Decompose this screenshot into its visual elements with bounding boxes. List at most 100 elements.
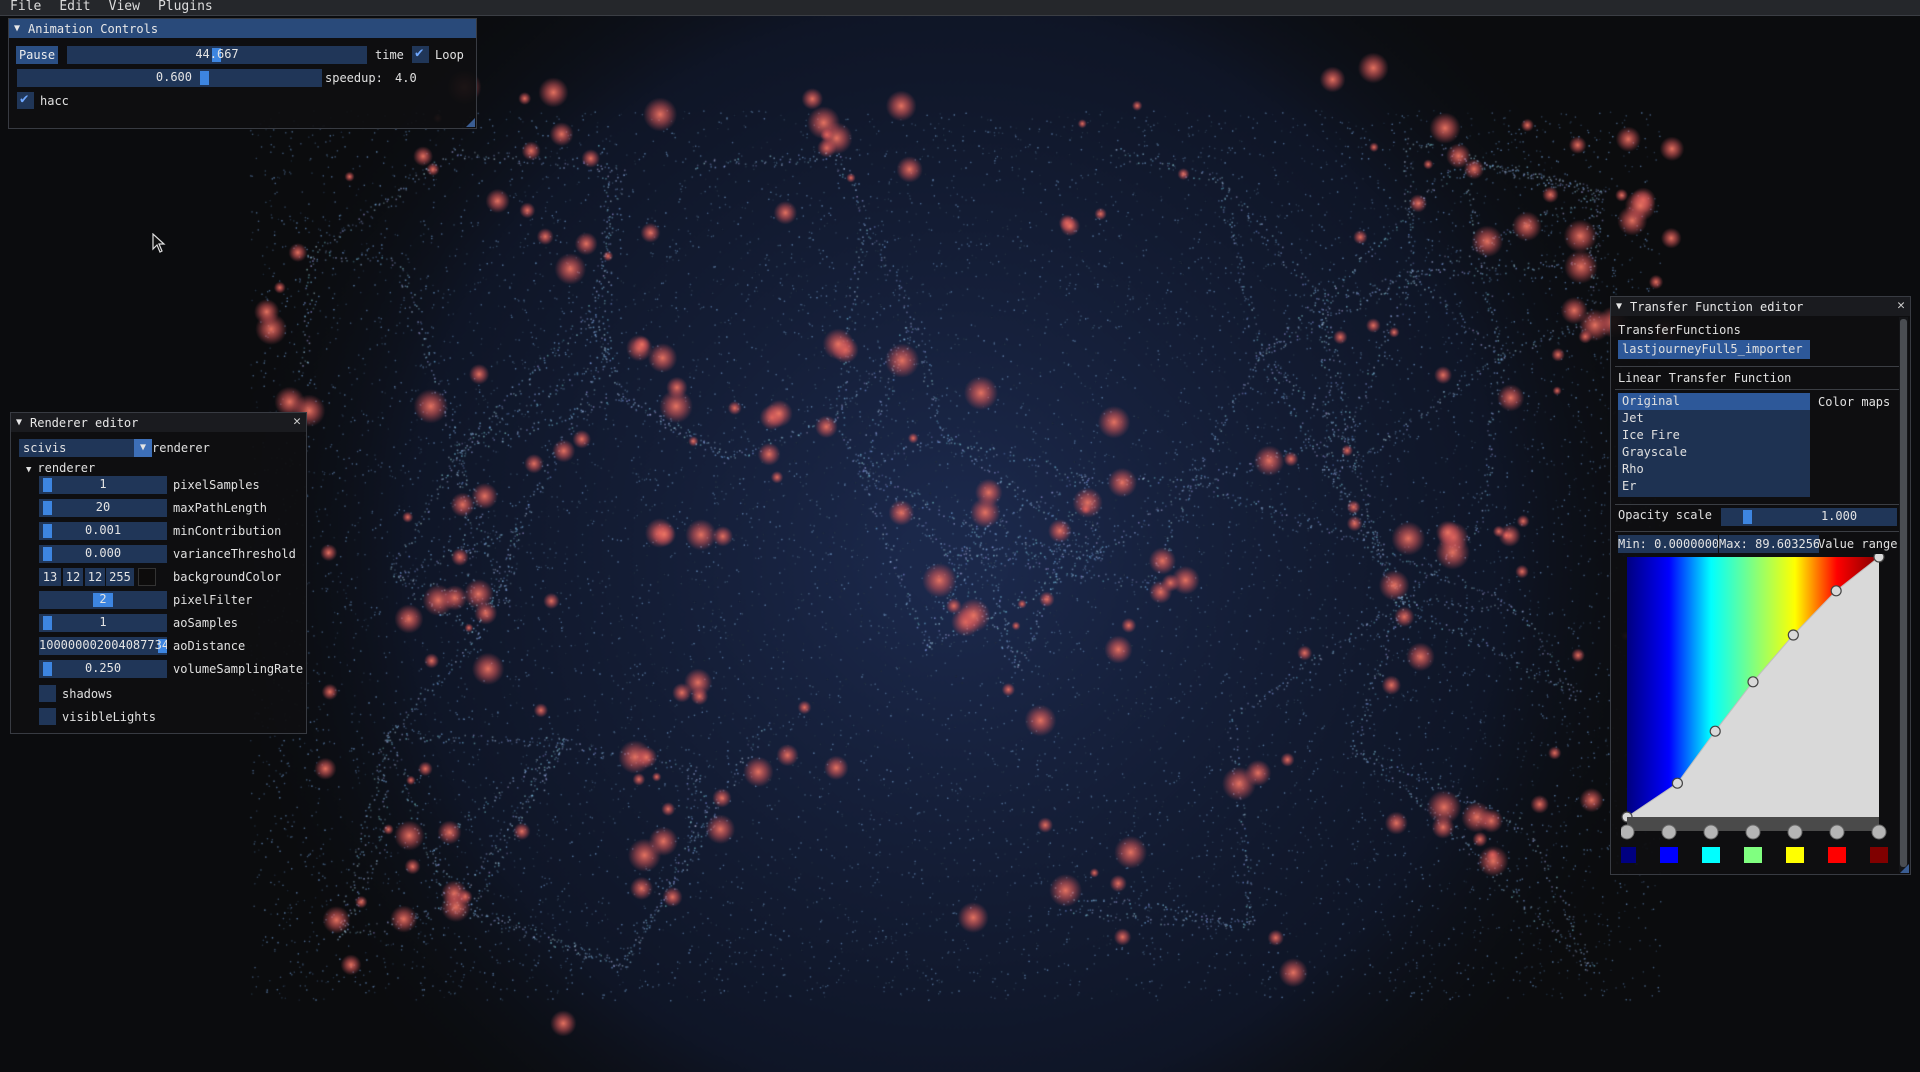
- param-label: aoDistance: [173, 639, 246, 653]
- param-label: maxPathLength: [173, 501, 267, 515]
- slider-grab[interactable]: [1743, 510, 1752, 524]
- slider-value: 1: [99, 477, 107, 491]
- close-icon[interactable]: ✕: [1897, 298, 1905, 313]
- colormap-item[interactable]: Grayscale: [1618, 444, 1810, 461]
- color-stop-swatch[interactable]: [1702, 847, 1720, 863]
- close-icon[interactable]: ✕: [293, 414, 301, 429]
- time-slider[interactable]: 44.667: [67, 46, 367, 64]
- param-slider[interactable]: 20: [39, 499, 167, 517]
- separator: [1615, 389, 1900, 390]
- field-value: Min: 0.0000000: [1618, 537, 1718, 551]
- colormap-item[interactable]: Original: [1618, 393, 1810, 410]
- menu-edit[interactable]: Edit: [50, 0, 99, 15]
- opacity-scale-label: Opacity scale: [1618, 508, 1712, 522]
- menu-file[interactable]: File: [0, 0, 50, 15]
- transfer-functions-label: TransferFunctions: [1618, 323, 1741, 337]
- transfer-function-graph[interactable]: [1621, 554, 1891, 874]
- renderer-editor-window: ▼ Renderer editor ✕ scivis ▼ renderer ▼ r…: [10, 412, 307, 734]
- speedup-label: speedup:: [325, 71, 383, 85]
- opacity-control-point[interactable]: [1830, 585, 1842, 597]
- param-slider[interactable]: 1: [39, 476, 167, 494]
- transfer-function-titlebar[interactable]: ▼ Transfer Function editor ✕: [1611, 297, 1910, 316]
- slider-value: 0.000: [84, 546, 122, 560]
- color-stop-swatch[interactable]: [1828, 847, 1846, 863]
- slider-value: 44.667: [195, 47, 239, 61]
- color-stop-handle[interactable]: [1745, 824, 1761, 840]
- color-stop-swatch[interactable]: [1744, 847, 1762, 863]
- param-slider[interactable]: 0.001: [39, 522, 167, 540]
- color-stop-handle[interactable]: [1829, 824, 1845, 840]
- transfer-functions-list[interactable]: lastjourneyFull5_importer: [1618, 340, 1810, 359]
- slider-grab[interactable]: [200, 71, 209, 85]
- window-title: Transfer Function editor: [1630, 299, 1804, 314]
- opacity-control-point[interactable]: [1709, 725, 1721, 737]
- background-color-g-field[interactable]: 12: [63, 568, 83, 586]
- color-stop-swatch[interactable]: [1660, 847, 1678, 863]
- param-slider[interactable]: 1000000020040877342: [39, 637, 167, 655]
- collapse-triangle-icon[interactable]: ▼: [16, 417, 25, 428]
- opacity-control-point[interactable]: [1671, 777, 1684, 789]
- background-color-swatch[interactable]: [138, 568, 156, 586]
- collapse-triangle-icon[interactable]: ▼: [14, 23, 23, 34]
- tree-expand-icon: ▼: [26, 465, 32, 475]
- background-color-r-field[interactable]: 13: [39, 568, 61, 586]
- resize-grip-icon[interactable]: [1900, 864, 1909, 873]
- shadows-label: shadows: [62, 687, 113, 701]
- color-stop-handle[interactable]: [1787, 824, 1803, 840]
- param-slider[interactable]: 0.000: [39, 545, 167, 563]
- collapse-triangle-icon[interactable]: ▼: [1616, 301, 1625, 312]
- renderer-editor-titlebar[interactable]: ▼ Renderer editor ✕: [11, 413, 306, 432]
- menu-view[interactable]: View: [100, 0, 149, 15]
- param-slider[interactable]: 0.250: [39, 660, 167, 678]
- value-range-label: Value range: [1818, 537, 1898, 551]
- animation-controls-titlebar[interactable]: ▼ Animation Controls: [9, 19, 476, 38]
- hacc-checkbox[interactable]: ✔: [17, 91, 34, 109]
- opacity-control-point[interactable]: [1873, 554, 1885, 563]
- param-label: minContribution: [173, 524, 282, 538]
- resize-grip-icon[interactable]: [466, 118, 475, 127]
- color-stop-swatch[interactable]: [1870, 847, 1888, 863]
- colormap-item[interactable]: Ice Fire: [1618, 427, 1810, 444]
- list-item[interactable]: lastjourneyFull5_importer: [1618, 340, 1810, 359]
- param-label: pixelSamples: [173, 478, 260, 492]
- color-maps-label: Color maps: [1818, 395, 1891, 409]
- colormap-item[interactable]: Jet: [1618, 410, 1810, 427]
- renderer-tree-node[interactable]: ▼ renderer: [26, 461, 95, 475]
- opacity-control-point[interactable]: [1747, 676, 1759, 688]
- visible-lights-checkbox[interactable]: [39, 708, 56, 725]
- loop-checkbox[interactable]: ✔: [412, 45, 429, 63]
- param-slider[interactable]: 2: [39, 591, 167, 609]
- chevron-down-icon[interactable]: ▼: [134, 439, 152, 457]
- opacity-scale-slider[interactable]: 1.000: [1721, 508, 1897, 526]
- slider-value: 1000000020040877342: [39, 638, 167, 652]
- renderer-label: renderer: [152, 441, 210, 455]
- menu-plugins[interactable]: Plugins: [149, 0, 222, 15]
- color-stop-handle[interactable]: [1661, 824, 1677, 840]
- param-label: volumeSamplingRate: [173, 662, 304, 676]
- min-value-field[interactable]: Min: 0.0000000: [1618, 535, 1718, 553]
- field-value: Max: 89.603256: [1719, 537, 1819, 551]
- color-stop-handle[interactable]: [1621, 824, 1635, 840]
- colormap-list[interactable]: Original Jet Ice Fire Grayscale Rho Er: [1618, 393, 1810, 497]
- speed-slider[interactable]: 0.600: [17, 69, 322, 87]
- opacity-control-point[interactable]: [1787, 629, 1799, 641]
- color-stop-handle[interactable]: [1703, 824, 1719, 840]
- separator: [1615, 366, 1900, 367]
- max-value-field[interactable]: Max: 89.603256: [1719, 535, 1819, 553]
- background-color-a-field[interactable]: 255: [106, 568, 134, 586]
- tree-label: renderer: [37, 461, 96, 475]
- linear-tf-label: Linear Transfer Function: [1618, 371, 1792, 385]
- color-stop-swatch[interactable]: [1621, 847, 1636, 863]
- param-slider[interactable]: 1: [39, 614, 167, 632]
- vertical-scrollbar[interactable]: [1899, 317, 1908, 872]
- shadows-checkbox[interactable]: [39, 685, 56, 702]
- colormap-item[interactable]: Rho: [1618, 461, 1810, 478]
- color-stop-swatch[interactable]: [1786, 847, 1804, 863]
- renderer-type-combo[interactable]: scivis ▼: [19, 439, 152, 457]
- color-stop-handle[interactable]: [1871, 824, 1887, 840]
- pause-button[interactable]: Pause: [16, 46, 58, 64]
- background-color-b-field[interactable]: 12: [85, 568, 105, 586]
- scrollbar-thumb[interactable]: [1900, 319, 1907, 867]
- loop-label: Loop: [435, 48, 464, 62]
- colormap-item[interactable]: Er: [1618, 478, 1810, 495]
